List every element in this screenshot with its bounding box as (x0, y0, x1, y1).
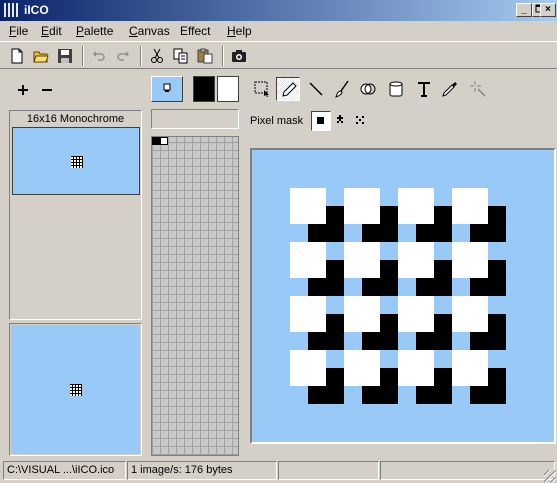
palette-grid[interactable] (151, 136, 239, 456)
select-rect-icon[interactable] (250, 77, 274, 101)
pixel-block (344, 242, 380, 278)
foreground-color-swatch[interactable] (193, 76, 215, 102)
mask-solid-icon[interactable] (311, 111, 331, 131)
copy-icon[interactable] (170, 45, 192, 67)
preview-panel (9, 323, 142, 456)
palette-color-black[interactable] (152, 137, 160, 145)
menu-canvas[interactable]: Canvas (129, 24, 170, 38)
color-field (151, 109, 239, 129)
format-label: 16x16 Monochrome (26, 113, 125, 125)
pixel-mask-label: Pixel mask (250, 115, 304, 127)
image-format-panel: 16x16 Monochrome (9, 110, 142, 320)
pixel-block (344, 296, 380, 332)
image-thumbnail[interactable] (12, 127, 140, 195)
status-field-3 (278, 461, 379, 480)
icon-preview-large (70, 384, 82, 396)
redo-icon[interactable] (112, 45, 134, 67)
window-title: iICO (24, 3, 49, 17)
pixel-block (452, 350, 488, 386)
pixel-block (452, 188, 488, 224)
pixel-block (452, 296, 488, 332)
toolbar (0, 41, 557, 69)
pixel-block (398, 242, 434, 278)
fill-icon[interactable] (356, 77, 380, 101)
minimize-button[interactable]: _ (516, 3, 532, 17)
minus-icon[interactable] (38, 81, 56, 99)
pixel-block (290, 296, 326, 332)
menu-bar: File Edit Palette Canvas Effect Help (0, 21, 557, 41)
text-icon[interactable] (412, 77, 436, 101)
close-button[interactable]: × (540, 3, 556, 17)
pixel-block (398, 350, 434, 386)
save-disk-icon[interactable] (54, 45, 76, 67)
app-icon (4, 3, 18, 17)
palette-color-white[interactable] (160, 137, 168, 145)
eyedropper-icon[interactable] (438, 77, 462, 101)
brush-icon[interactable] (330, 77, 354, 101)
pixel-block (344, 188, 380, 224)
pixel-block (398, 296, 434, 332)
pixel-block (290, 242, 326, 278)
pixel-block (452, 242, 488, 278)
background-color-swatch[interactable] (217, 76, 239, 102)
menu-help[interactable]: Help (227, 24, 252, 38)
open-folder-icon[interactable] (30, 45, 52, 67)
plus-icon[interactable] (14, 81, 32, 99)
menu-edit[interactable]: Edit (41, 24, 62, 38)
status-field-4 (380, 461, 555, 480)
mask-x-icon[interactable] (351, 111, 371, 131)
status-image-info: 1 image/s: 176 bytes (127, 461, 277, 480)
menu-effect[interactable]: Effect (180, 24, 210, 38)
pixel-block (290, 188, 326, 224)
pixel-block (398, 188, 434, 224)
pixel-block (344, 350, 380, 386)
paste-icon[interactable] (194, 45, 216, 67)
mask-diamond-icon[interactable] (331, 111, 351, 131)
screen-color-button[interactable] (151, 76, 183, 102)
pencil-icon[interactable] (276, 77, 300, 101)
status-file-path: C:\VISUAL ...\iICO.ico (3, 461, 126, 480)
drawing-canvas[interactable] (250, 148, 556, 444)
icon-preview (71, 156, 83, 168)
large-preview (11, 325, 140, 454)
new-file-icon[interactable] (6, 45, 28, 67)
resize-grip[interactable] (544, 470, 556, 482)
magic-wand-icon[interactable] (466, 77, 490, 101)
undo-icon[interactable] (88, 45, 110, 67)
capture-camera-icon[interactable] (228, 45, 250, 67)
cut-icon[interactable] (146, 45, 168, 67)
pixel-block (290, 350, 326, 386)
line-icon[interactable] (304, 77, 328, 101)
eraser-icon[interactable] (384, 77, 408, 101)
menu-file[interactable]: File (9, 24, 28, 38)
title-bar: iICO _ (0, 0, 557, 21)
icon-canvas[interactable] (252, 150, 554, 442)
menu-palette[interactable]: Palette (76, 24, 113, 38)
